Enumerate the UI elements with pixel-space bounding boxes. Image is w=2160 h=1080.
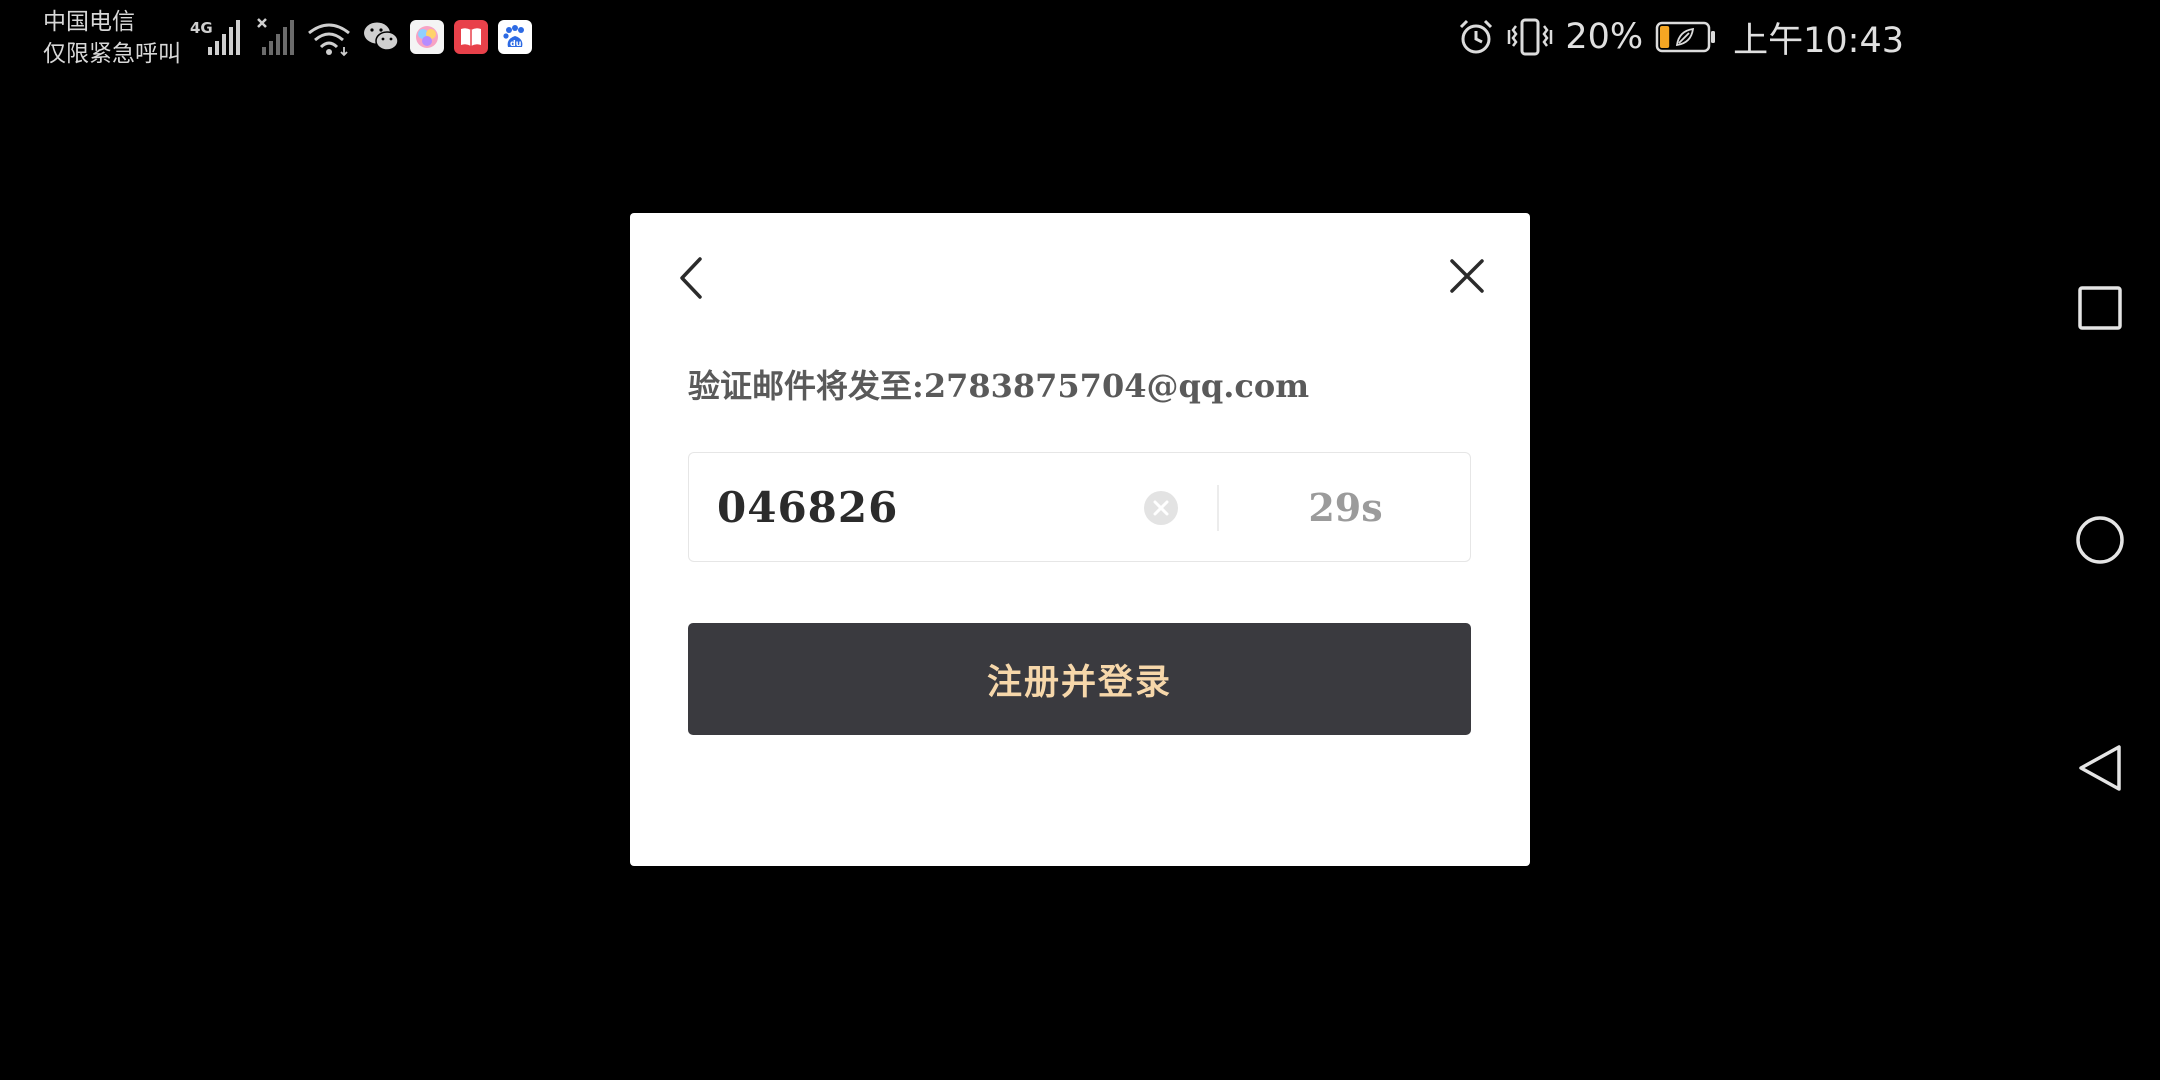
verification-dialog: 验证邮件将发至:2783875704@qq.com 29s 注册并登录 [630,213,1530,866]
notification-icons: 4G du [188,14,532,60]
status-bar: 中国电信 仅限紧急呼叫 4G du 20% 上午10:43 [0,0,2030,74]
battery-icon [1655,21,1716,53]
svg-text:du: du [510,39,522,48]
clear-circle-icon[interactable] [1143,490,1179,526]
verification-code-box: 29s [688,452,1471,562]
app-icon [410,20,444,54]
carrier-info: 中国电信 仅限紧急呼叫 [43,6,181,70]
wechat-icon [364,22,399,51]
close-icon[interactable] [1444,253,1490,299]
wifi-icon [308,23,350,57]
signal-icon: 4G [190,19,240,55]
no-signal-icon [257,18,294,55]
square-icon[interactable] [2075,283,2125,333]
emergency-only-label: 仅限紧急呼叫 [43,41,181,67]
baidu-icon: du [498,20,532,54]
battery-percent: 20% [1565,17,1644,57]
screen: 中国电信 仅限紧急呼叫 4G du 20% 上午10:43 验证邮件将发至:27… [0,0,2160,1080]
verification-code-input[interactable] [717,475,1117,539]
chevron-left-icon[interactable] [672,253,712,303]
book-app-icon [454,20,488,54]
network-type-label: 4G [190,19,213,37]
navigation-bar [2060,0,2140,1080]
vibrate-icon [1508,18,1553,56]
triangle-back-icon[interactable] [2075,743,2125,793]
system-status: 20% 上午10:43 [1457,14,1904,61]
clock: 上午10:43 [1733,20,1904,61]
register-login-button[interactable]: 注册并登录 [688,623,1471,735]
carrier-name: 中国电信 [43,9,135,35]
email-hint-text: 验证邮件将发至:2783875704@qq.com [688,367,1310,405]
resend-countdown: 29s [1308,484,1383,530]
circle-icon[interactable] [2075,515,2125,565]
alarm-icon [1460,19,1493,54]
